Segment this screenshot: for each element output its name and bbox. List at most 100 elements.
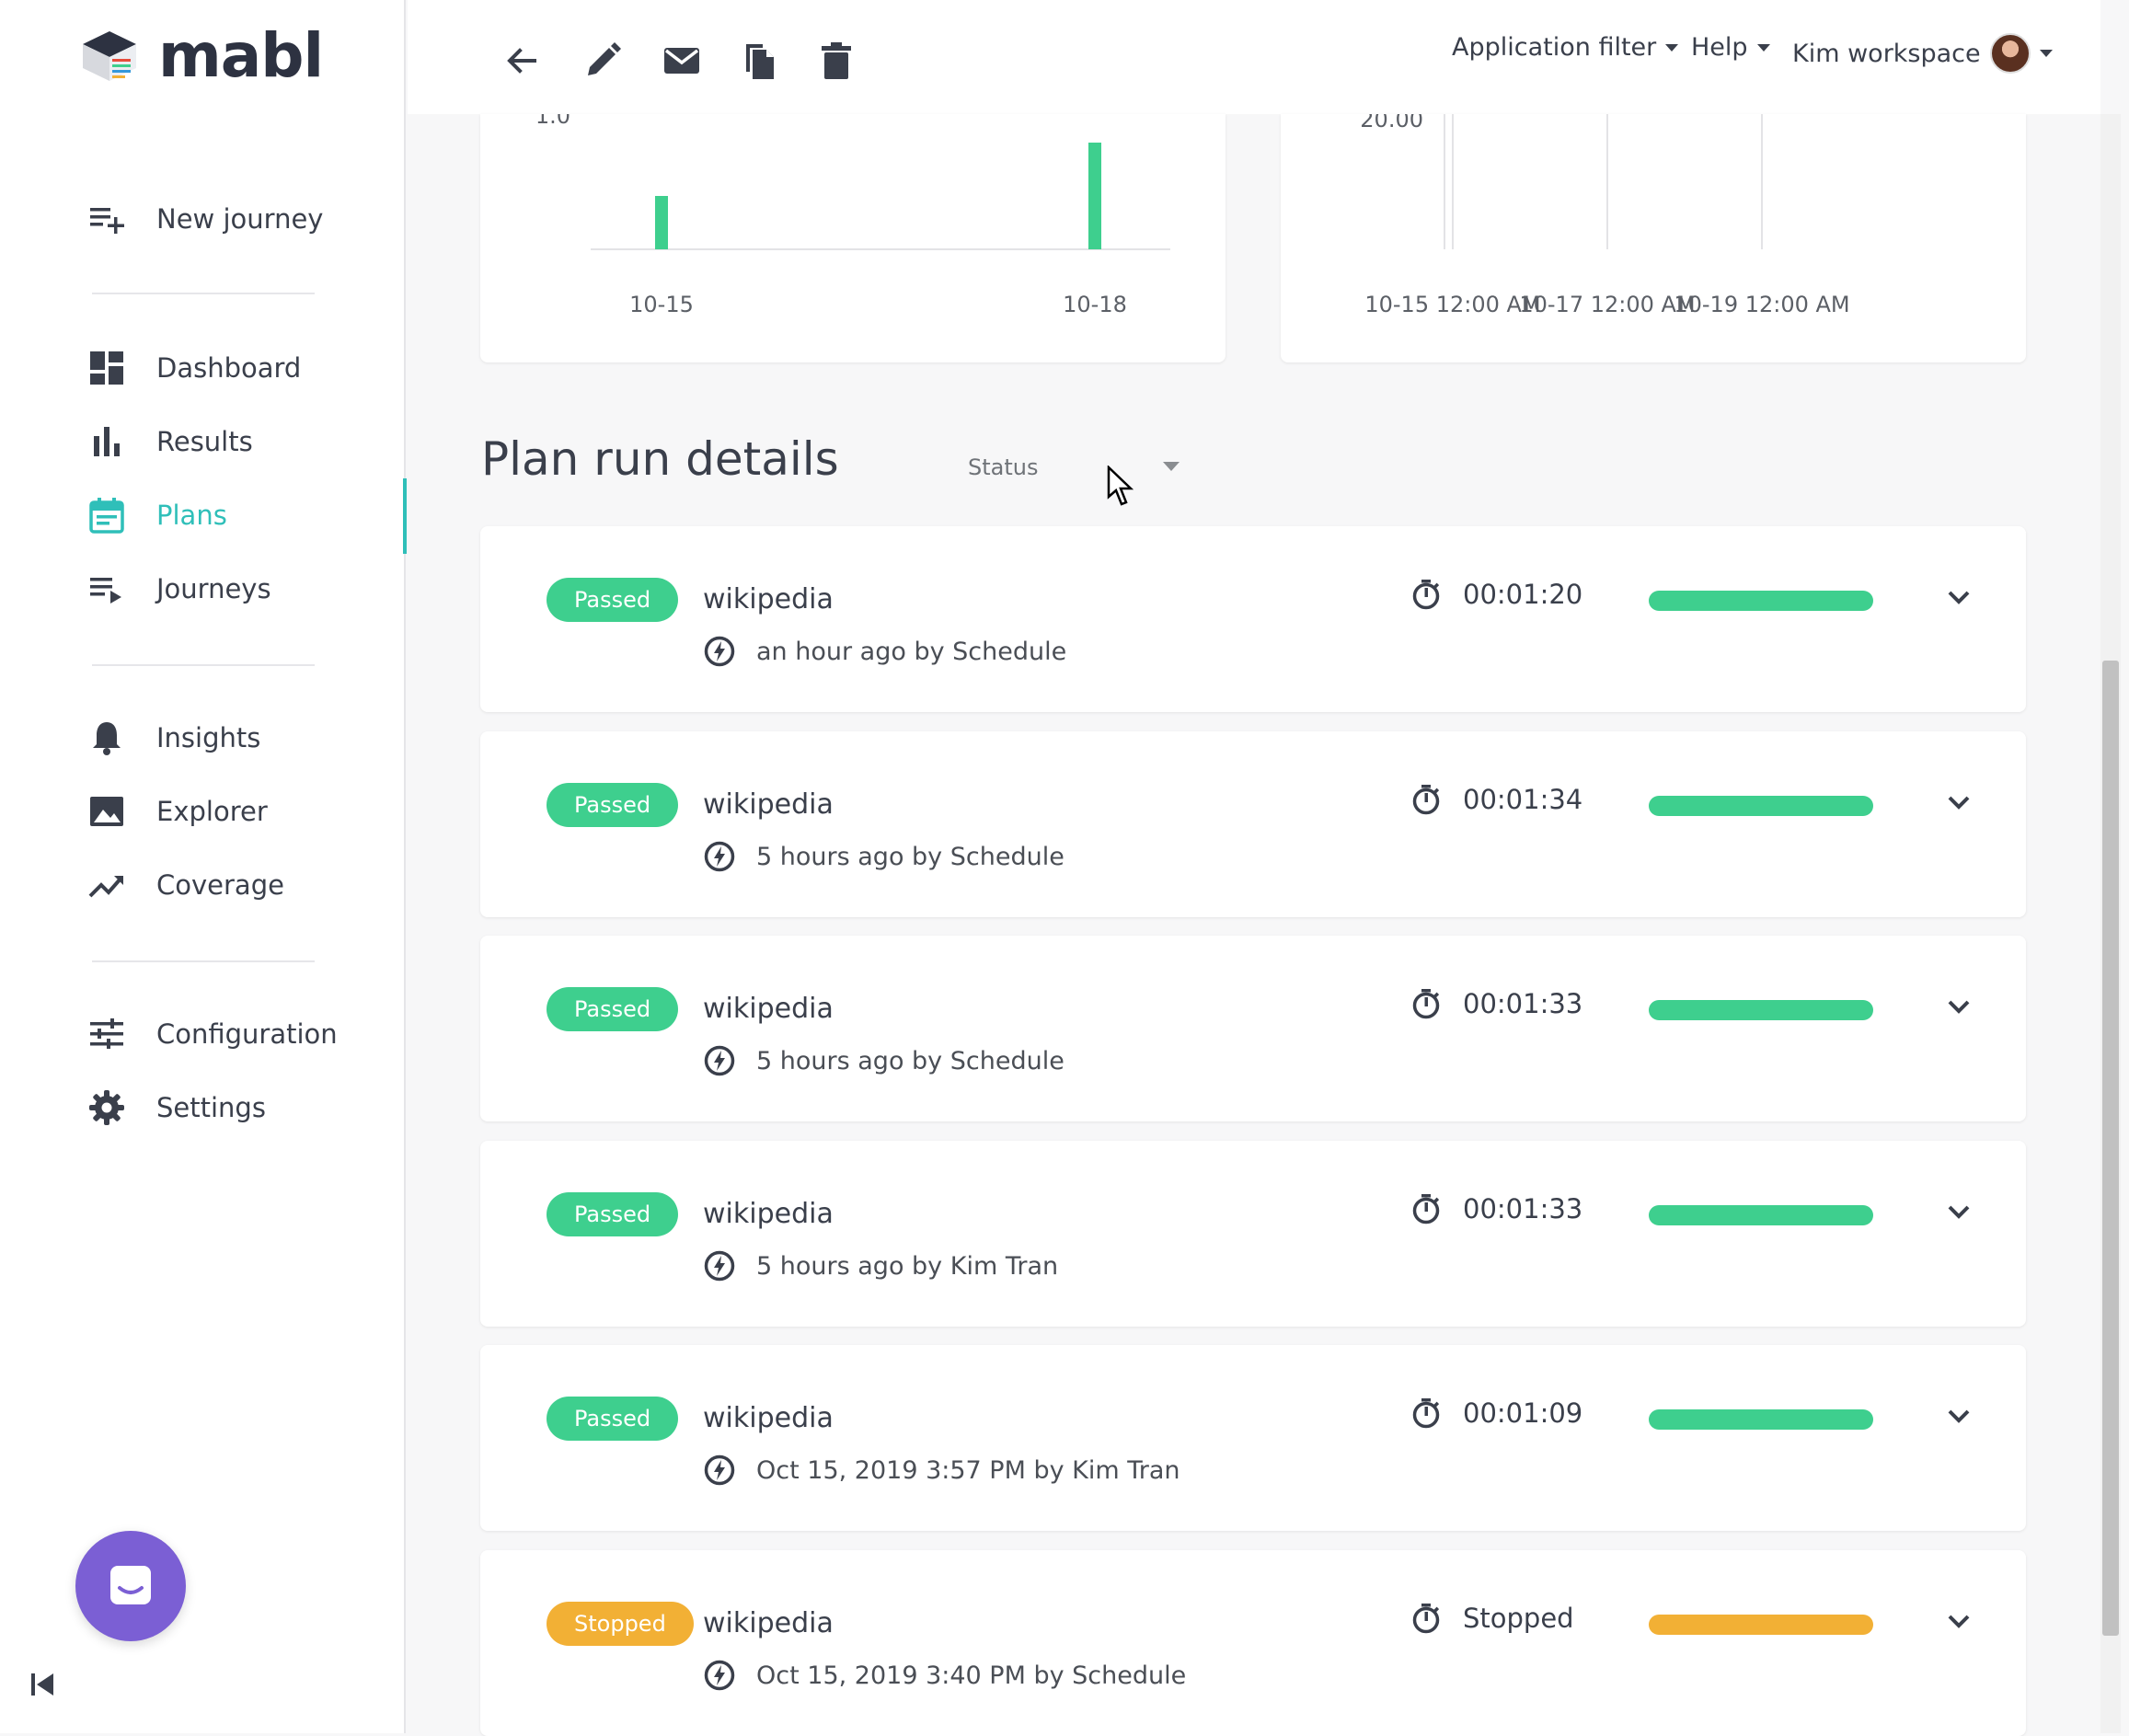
delete-trash-icon[interactable] [816, 40, 857, 81]
sidebar: mabl New journey Dashboard Results Plans… [0, 0, 407, 1733]
run-progress-bar [1649, 591, 1873, 611]
chat-icon [110, 1566, 151, 1604]
chevron-down-icon[interactable] [1941, 580, 1976, 615]
x-tick-label: 10-19 12:00 AM [1674, 292, 1849, 317]
sidebar-item-label: Configuration [156, 1018, 338, 1050]
run-trigger-info: an hour ago by Schedule [703, 635, 1066, 668]
active-indicator [403, 478, 407, 554]
chart-bar[interactable] [655, 196, 668, 249]
run-card[interactable]: Passed wikipedia an hour ago by Schedule… [480, 526, 2026, 712]
sidebar-item-insights[interactable]: Insights [88, 719, 260, 756]
run-duration-text: 00:01:33 [1463, 1193, 1583, 1224]
run-card[interactable]: Passed wikipedia 5 hours ago by Schedule… [480, 936, 2026, 1121]
stopwatch-icon [1412, 1398, 1440, 1429]
run-trigger-info: Oct 15, 2019 3:40 PM by Schedule [703, 1659, 1186, 1692]
run-plan-name[interactable]: wikipedia [703, 1198, 834, 1230]
scrollbar-thumb[interactable] [2102, 661, 2119, 1636]
chevron-down-icon[interactable] [1941, 989, 1976, 1024]
sidebar-item-label: Insights [156, 722, 261, 753]
status-badge: Passed [547, 987, 679, 1031]
status-filter-dropdown[interactable]: Status [968, 454, 1183, 491]
x-tick-label: 10-18 [1063, 292, 1127, 317]
nav-divider [92, 664, 315, 666]
run-duration: 00:01:33 [1410, 1192, 1582, 1225]
sidebar-item-coverage[interactable]: Coverage [88, 867, 284, 903]
run-trigger-info: Oct 15, 2019 3:57 PM by Kim Tran [703, 1454, 1180, 1487]
copy-icon[interactable] [739, 40, 779, 81]
email-icon[interactable] [662, 40, 702, 81]
run-plan-name[interactable]: wikipedia [703, 583, 834, 615]
chevron-down-icon [1756, 43, 1770, 52]
run-duration-text: 00:01:20 [1463, 579, 1583, 610]
bolt-icon [704, 841, 735, 872]
run-plan-name[interactable]: wikipedia [703, 1607, 834, 1639]
stopwatch-icon [1412, 989, 1440, 1019]
line-chart-card: 10-15 12:00 AM 10-17 12:00 AM 10-19 12:00 … [1281, 107, 2026, 362]
sidebar-item-results[interactable]: Results [88, 423, 253, 460]
nav-divider [92, 960, 315, 962]
sidebar-item-dashboard[interactable]: Dashboard [88, 350, 301, 386]
application-filter-label: Application filter [1452, 33, 1657, 62]
run-plan-name[interactable]: wikipedia [703, 788, 834, 821]
stopwatch-icon [1412, 1194, 1440, 1224]
bolt-icon [704, 1250, 735, 1282]
status-badge: Passed [547, 1192, 679, 1236]
run-duration: 00:01:33 [1410, 987, 1582, 1020]
chart-bar[interactable] [1088, 143, 1101, 249]
chat-button[interactable] [75, 1531, 186, 1641]
back-arrow-icon[interactable] [501, 40, 542, 81]
run-trigger-info: 5 hours ago by Kim Tran [703, 1249, 1058, 1282]
run-plan-name[interactable]: wikipedia [703, 993, 834, 1025]
caret-down-icon [1163, 462, 1180, 471]
status-filter-label: Status [968, 454, 1039, 480]
sidebar-item-plans[interactable]: Plans [88, 497, 227, 534]
x-tick-label: 10-17 12:00 AM [1519, 292, 1695, 317]
new-journey-button[interactable]: New journey [88, 201, 323, 237]
bolt-icon [704, 1454, 735, 1486]
sidebar-item-label: Journeys [156, 573, 271, 604]
run-duration: 00:01:20 [1410, 578, 1582, 611]
run-progress-bar [1649, 1000, 1873, 1020]
bar-chart: 10-15 10-18 1.0 [535, 103, 1170, 317]
y-tick-label: 1.0 [535, 114, 570, 129]
section-title: Plan run details [481, 432, 839, 486]
sidebar-item-label: Settings [156, 1092, 266, 1123]
chevron-down-icon[interactable] [1941, 1194, 1976, 1229]
run-card[interactable]: Stopped wikipedia Oct 15, 2019 3:40 PM b… [480, 1550, 2026, 1736]
run-progress-bar [1649, 1409, 1873, 1430]
run-trigger-text: an hour ago by Schedule [756, 637, 1067, 666]
run-duration: 00:01:34 [1410, 783, 1582, 816]
bar-chart-icon [94, 427, 120, 456]
run-plan-name[interactable]: wikipedia [703, 1402, 834, 1434]
workspace-menu[interactable]: Kim workspace [1792, 33, 2053, 74]
sidebar-item-journeys[interactable]: Journeys [88, 570, 271, 607]
run-trigger-text: 5 hours ago by Kim Tran [756, 1251, 1059, 1281]
run-trigger-text: 5 hours ago by Schedule [756, 1046, 1064, 1075]
run-card[interactable]: Passed wikipedia Oct 15, 2019 3:57 PM by… [480, 1345, 2026, 1531]
chevron-down-icon[interactable] [1941, 1398, 1976, 1433]
chevron-down-icon[interactable] [1941, 785, 1976, 820]
workspace-label: Kim workspace [1792, 39, 1981, 68]
run-progress-bar [1649, 796, 1873, 816]
sidebar-item-settings[interactable]: Settings [88, 1089, 266, 1126]
help-menu[interactable]: Help [1691, 33, 1770, 62]
line-chart: 10-15 12:00 AM10-17 12:00 AM10-19 12:00 … [1360, 107, 1849, 317]
dashboard-icon [90, 351, 123, 385]
application-filter-menu[interactable]: Application filter [1452, 33, 1679, 62]
status-badge: Passed [547, 783, 679, 827]
sidebar-item-label: Results [156, 426, 253, 457]
sidebar-item-configuration[interactable]: Configuration [88, 1016, 338, 1052]
run-trigger-info: 5 hours ago by Schedule [703, 1044, 1064, 1077]
sidebar-item-explorer[interactable]: Explorer [88, 793, 268, 830]
run-progress-bar [1649, 1615, 1873, 1635]
run-progress-bar [1649, 1205, 1873, 1225]
run-card[interactable]: Passed wikipedia 5 hours ago by Kim Tran… [480, 1141, 2026, 1327]
run-duration-text: Stopped [1463, 1603, 1574, 1634]
chevron-down-icon[interactable] [1941, 1604, 1976, 1638]
mabl-logo[interactable]: mabl [79, 26, 324, 86]
edit-pencil-icon[interactable] [582, 40, 623, 81]
run-card[interactable]: Passed wikipedia 5 hours ago by Schedule… [480, 731, 2026, 917]
mouse-cursor-icon [1107, 466, 1134, 506]
collapse-sidebar-icon[interactable] [28, 1669, 59, 1700]
run-trigger-text: 5 hours ago by Schedule [756, 842, 1064, 871]
